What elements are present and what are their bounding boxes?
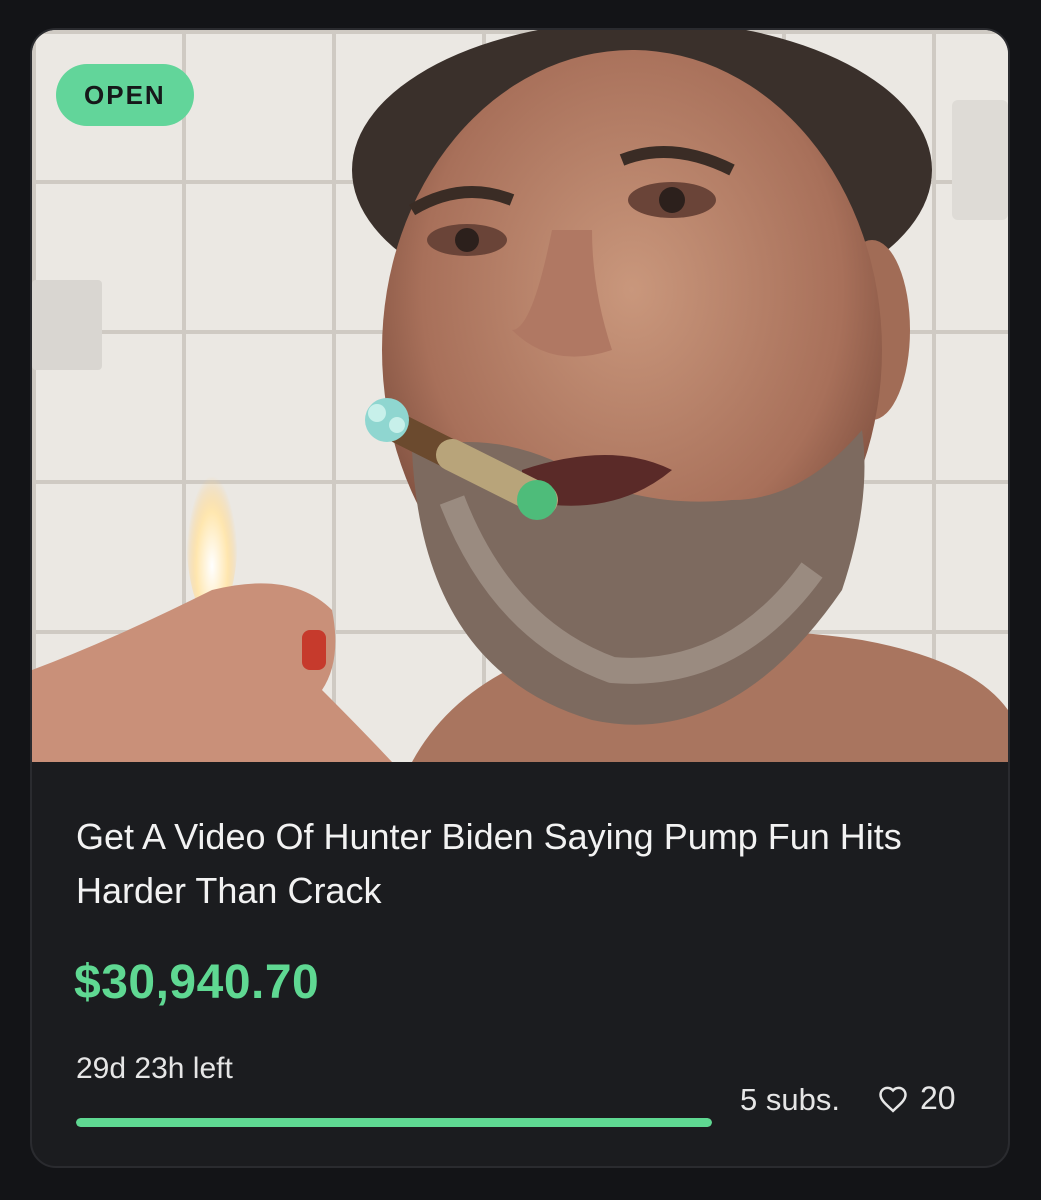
like-count: 20 xyxy=(920,1080,956,1116)
like-button[interactable]: 20 xyxy=(878,1080,956,1117)
time-remaining: 29d 23h left xyxy=(76,1052,233,1085)
time-progress-fill xyxy=(76,1118,712,1127)
subscriber-count: 5 subs. xyxy=(740,1082,840,1117)
heart-icon xyxy=(878,1085,908,1113)
time-progress-bar xyxy=(76,1118,712,1127)
bounty-title[interactable]: Get A Video Of Hunter Biden Saying Pump … xyxy=(76,810,956,918)
bounty-card[interactable]: OPEN Get A Video Of Hunter Biden Saying … xyxy=(30,28,1010,1168)
status-badge: OPEN xyxy=(56,64,194,126)
bounty-amount: $30,940.70 xyxy=(74,956,320,1009)
bounty-photo: OPEN xyxy=(32,30,1008,762)
